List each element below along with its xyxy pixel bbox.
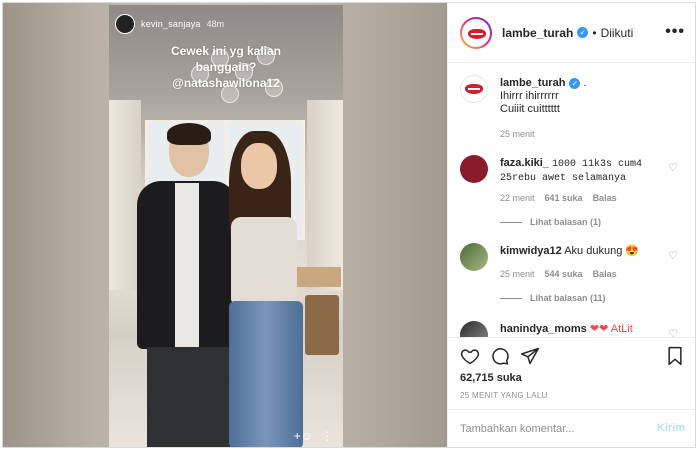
story-icons: +☺ ⋮ <box>294 429 333 443</box>
replies-line <box>500 221 522 223</box>
verified-badge-icon: ✓ <box>577 27 589 38</box>
like-comment-heart-icon[interactable]: ♡ <box>668 161 678 174</box>
comments-list[interactable]: lambe_turah ✓ . Ihirrr ihirrrrrr Cuiiit c… <box>448 63 695 337</box>
comment-username[interactable]: faza.kiki_ <box>500 157 549 169</box>
comment-text: ❤❤ AtLit <box>589 323 633 335</box>
story-user: kevin_sanjaya 48m <box>115 13 224 35</box>
bookmark-icon[interactable] <box>665 346 685 366</box>
comment-time: 22 menit <box>500 193 535 203</box>
story-caption: Cewek ini yg kalian banggain? @natashawi… <box>170 44 282 90</box>
like-comment-heart-icon[interactable]: ♡ <box>668 249 678 262</box>
caption-line2: Cuiiit cuitttttt <box>500 103 560 115</box>
post-media[interactable]: kevin_sanjaya 48m Cewek ini yg kalian ba… <box>3 3 447 447</box>
post-panel: lambe_turah ✓ • Diikuti ••• lambe_turah ✓… <box>447 3 695 447</box>
add-comment-bar: Kirim <box>448 409 695 447</box>
comment-username[interactable]: hanindya_moms <box>500 323 587 335</box>
comment-likes[interactable]: 544 suka <box>545 269 583 279</box>
instagram-post: kevin_sanjaya 48m Cewek ini yg kalian ba… <box>2 2 696 448</box>
commenter-avatar[interactable] <box>460 243 488 271</box>
add-person-icon: +☺ <box>293 429 313 443</box>
post-comment-button[interactable]: Kirim <box>657 422 685 434</box>
comment-input[interactable] <box>460 420 640 438</box>
comment-item: hanindya_moms ❤❤ AtLit ♡ <box>460 321 686 337</box>
comment-item: faza.kiki_ 1000 11k3s cum4 25rebu awet s… <box>460 155 686 235</box>
story-avatar <box>115 14 135 34</box>
more-options-icon[interactable]: ••• <box>665 23 685 41</box>
comment-bubble-icon[interactable] <box>490 346 510 366</box>
person-woman <box>221 131 313 447</box>
like-comment-heart-icon[interactable]: ♡ <box>668 327 678 337</box>
lips-avatar-icon <box>462 18 490 47</box>
post-actions: 62,715 suka 25 MENIT YANG LALU <box>448 337 695 419</box>
story-time: 48m <box>206 19 225 29</box>
post-header: lambe_turah ✓ • Diikuti ••• <box>448 3 695 63</box>
replies-line <box>500 297 522 299</box>
caption-line1: Ihirrr ihirrrrrr <box>500 90 559 102</box>
caption-item: lambe_turah ✓ . Ihirrr ihirrrrrr Cuiiit c… <box>460 75 686 141</box>
comment-emoji: 😍 <box>625 245 640 257</box>
post-timestamp[interactable]: 25 MENIT YANG LALU <box>460 391 548 400</box>
likes-count[interactable]: 62,715 suka <box>460 372 522 384</box>
comment-username[interactable]: kimwidya12 <box>500 245 562 257</box>
story-username: kevin_sanjaya <box>141 19 201 29</box>
comment-body: kimwidya12 Aku dukung 😍 <box>500 245 666 258</box>
comment-body: faza.kiki_ 1000 11k3s cum4 25rebu awet s… <box>500 157 666 185</box>
comment-likes[interactable]: 641 suka <box>545 193 583 203</box>
header-username[interactable]: lambe_turah <box>502 26 573 40</box>
more-icon: ⋮ <box>321 429 333 443</box>
caption-avatar[interactable] <box>460 75 488 103</box>
reply-button[interactable]: Balas <box>593 193 617 203</box>
caption-meta: 25 menit <box>500 129 535 139</box>
caption-username[interactable]: lambe_turah <box>500 77 565 89</box>
comment-body: hanindya_moms ❤❤ AtLit <box>500 323 666 336</box>
story-screenshot: kevin_sanjaya 48m Cewek ini yg kalian ba… <box>109 5 343 447</box>
avatar-ring[interactable] <box>460 16 492 49</box>
verified-badge-icon: ✓ <box>569 77 581 89</box>
view-replies[interactable]: Lihat balasan (11) <box>500 293 606 303</box>
separator-dot: • <box>592 25 597 40</box>
commenter-avatar[interactable] <box>460 155 488 183</box>
comment-meta: 25 menit 544 suka Balas <box>500 269 617 279</box>
like-heart-icon[interactable] <box>460 346 480 366</box>
caption-body: lambe_turah ✓ . Ihirrr ihirrrrrr Cuiiit c… <box>500 77 587 115</box>
share-send-icon[interactable] <box>520 346 540 366</box>
view-replies[interactable]: Lihat balasan (1) <box>500 217 601 227</box>
comment-meta: 22 menit 641 suka Balas <box>500 193 617 203</box>
lips-avatar-icon <box>461 76 487 102</box>
comment-item: kimwidya12 Aku dukung 😍 ♡ 25 menit 544 s… <box>460 243 686 323</box>
reply-button[interactable]: Balas <box>593 269 617 279</box>
commenter-avatar[interactable] <box>460 321 488 337</box>
comment-time: 25 menit <box>500 269 535 279</box>
comment-text: Aku dukung <box>564 245 623 257</box>
caption-time: 25 menit <box>500 129 535 139</box>
follow-status[interactable]: Diikuti <box>601 26 634 40</box>
